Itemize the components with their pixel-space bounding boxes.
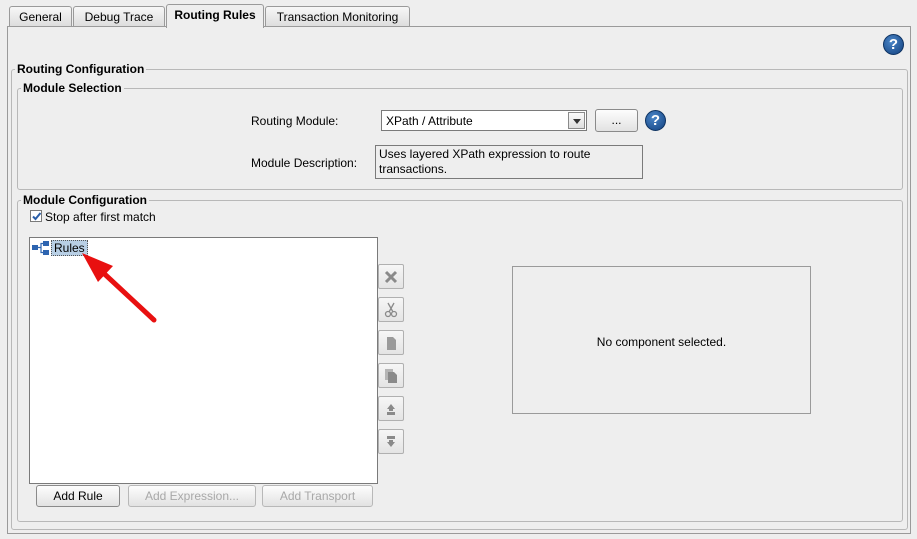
move-down-icon bbox=[387, 436, 395, 447]
tree-structure-icon bbox=[32, 241, 49, 255]
add-transport-button[interactable]: Add Transport bbox=[262, 485, 373, 507]
stop-after-first-match-label[interactable]: Stop after first match bbox=[45, 210, 156, 224]
tab-general[interactable]: General bbox=[9, 6, 72, 27]
module-description-label: Module Description: bbox=[251, 156, 358, 170]
scissors-icon bbox=[384, 302, 398, 318]
add-rule-button[interactable]: Add Rule bbox=[36, 485, 120, 507]
move-up-button[interactable] bbox=[378, 396, 404, 421]
help-icon[interactable]: ? bbox=[883, 34, 904, 55]
paste-icon bbox=[385, 369, 397, 383]
module-selection-title: Module Selection bbox=[21, 81, 124, 95]
copy-icon bbox=[387, 337, 396, 350]
module-description-text: Uses layered XPath expression to route t… bbox=[375, 145, 643, 179]
chevron-down-icon[interactable] bbox=[568, 112, 585, 129]
copy-button[interactable] bbox=[378, 330, 404, 355]
component-detail-panel: No component selected. bbox=[512, 266, 811, 414]
tab-debug-trace[interactable]: Debug Trace bbox=[73, 6, 165, 27]
move-up-icon bbox=[387, 404, 395, 415]
stop-after-first-match-checkbox[interactable] bbox=[30, 210, 42, 222]
cut-button[interactable] bbox=[378, 297, 404, 322]
x-icon bbox=[384, 270, 398, 284]
tree-node-label[interactable]: Rules bbox=[51, 240, 88, 256]
routing-module-label: Routing Module: bbox=[251, 114, 339, 128]
tab-routing-rules[interactable]: Routing Rules bbox=[166, 4, 264, 28]
move-down-button[interactable] bbox=[378, 429, 404, 454]
tab-transaction-monitoring[interactable]: Transaction Monitoring bbox=[265, 6, 410, 27]
routing-configuration-title: Routing Configuration bbox=[15, 62, 147, 76]
routing-module-select[interactable]: XPath / Attribute bbox=[381, 110, 587, 131]
rules-tree[interactable]: Rules bbox=[29, 237, 378, 484]
routing-module-value: XPath / Attribute bbox=[386, 114, 473, 128]
paste-button[interactable] bbox=[378, 363, 404, 388]
no-selection-text: No component selected. bbox=[596, 335, 727, 349]
module-help-icon[interactable]: ? bbox=[645, 110, 666, 131]
delete-button[interactable] bbox=[378, 264, 404, 289]
browse-button[interactable]: ... bbox=[595, 109, 638, 132]
check-icon bbox=[32, 212, 42, 221]
add-expression-button[interactable]: Add Expression... bbox=[128, 485, 256, 507]
module-configuration-title: Module Configuration bbox=[21, 193, 149, 207]
